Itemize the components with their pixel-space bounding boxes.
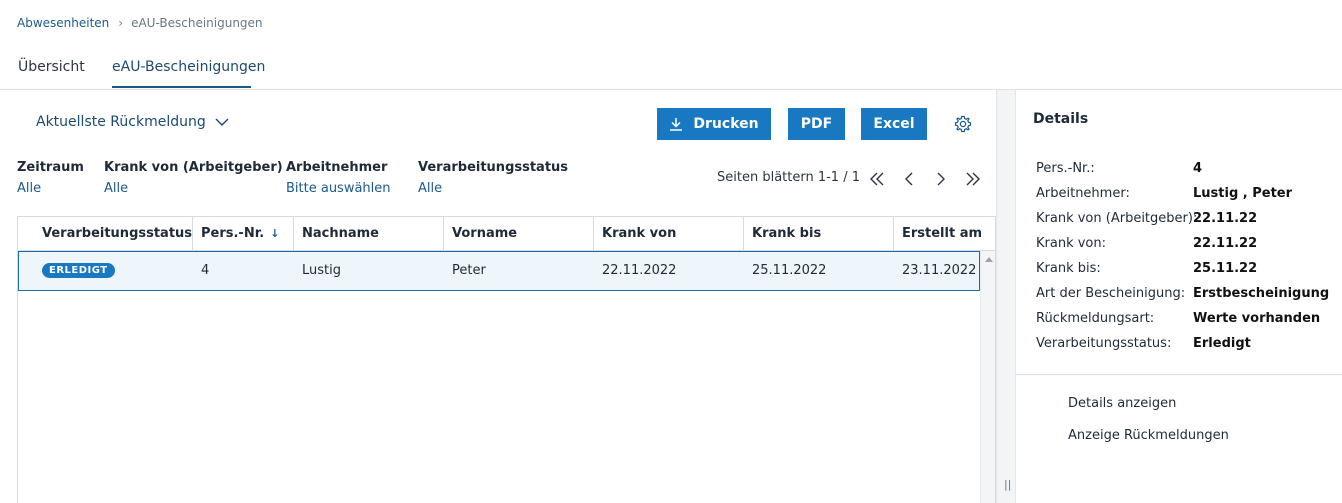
excel-button[interactable]: Excel: [861, 108, 927, 140]
filter-label: Verarbeitungsstatus: [418, 160, 569, 175]
details-list: Pers.-Nr.: 4 Arbeitnehmer: Lustig , Peter …: [1036, 159, 1336, 359]
details-key: Art der Bescheinigung:: [1036, 286, 1186, 301]
pager-text: Seiten blättern 1-1 / 1: [717, 170, 860, 185]
filter-arbeitnehmer: Arbeitnehmer Bitte auswählen: [286, 160, 391, 196]
details-title: Details: [1033, 111, 1089, 127]
details-row: Rückmeldungsart: Werte vorhanden: [1036, 309, 1336, 334]
filter-verarbeitungsstatus: Verarbeitungsstatus Alle: [418, 160, 568, 196]
details-row: Krank bis: 25.11.22: [1036, 259, 1336, 284]
cell-status: ERLEDIGT: [34, 252, 192, 290]
gear-icon[interactable]: [954, 115, 972, 133]
details-value: Werte vorhanden: [1193, 311, 1321, 326]
column-header-vorname[interactable]: Vorname: [443, 217, 593, 251]
details-pane: Details Pers.-Nr.: 4 Arbeitnehmer: Lustig …: [1016, 90, 1342, 503]
column-header-krank-bis[interactable]: Krank bis: [743, 217, 893, 251]
details-key: Rückmeldungsart:: [1036, 311, 1155, 326]
column-header-label: Krank bis: [752, 226, 822, 241]
excel-button-label: Excel: [873, 116, 915, 132]
cell-krank-von: 22.11.2022: [602, 263, 677, 278]
prev-page-icon[interactable]: [899, 170, 919, 188]
filter-value-krank-von[interactable]: Alle: [104, 181, 283, 196]
next-page-icon[interactable]: [931, 170, 951, 188]
main-pane: Aktuellste Rückmeldung Drucken PDF Excel…: [0, 90, 996, 503]
column-header-krank-von[interactable]: Krank von: [593, 217, 743, 251]
pdf-button-label: PDF: [800, 116, 833, 132]
column-header-label: Erstellt am: [902, 226, 983, 241]
details-key: Krank von:: [1036, 236, 1107, 251]
details-anzeigen-link[interactable]: Details anzeigen: [1068, 396, 1176, 411]
details-row: Pers.-Nr.: 4: [1036, 159, 1336, 184]
column-header-label: Vorname: [452, 226, 518, 241]
details-key: Verarbeitungsstatus:: [1036, 336, 1172, 351]
cell-erstellt-am: 23.11.2022 09: [902, 263, 980, 278]
table-header: Verarbeitungsstatus Pers.-Nr. ↓ Nachname …: [18, 217, 995, 251]
eau-table: Verarbeitungsstatus Pers.-Nr. ↓ Nachname …: [17, 216, 996, 503]
status-badge: ERLEDIGT: [42, 263, 115, 278]
column-header-label: Pers.-Nr.: [201, 226, 265, 241]
download-icon: [670, 118, 683, 131]
details-value: Lustig , Peter: [1193, 186, 1293, 201]
details-value: 4: [1193, 161, 1203, 176]
details-row: Arbeitnehmer: Lustig , Peter: [1036, 184, 1336, 209]
filter-label: Arbeitnehmer: [286, 160, 388, 175]
column-header-verarbeitungsstatus[interactable]: Verarbeitungsstatus: [18, 217, 192, 251]
scroll-up-arrow-icon[interactable]: [985, 257, 993, 262]
column-header-persnr[interactable]: Pers.-Nr. ↓: [192, 217, 293, 251]
details-row: Verarbeitungsstatus: Erledigt: [1036, 334, 1336, 359]
column-header-nachname[interactable]: Nachname: [293, 217, 443, 251]
details-row: Krank von (Arbeitgeber): 22.11.22: [1036, 209, 1336, 234]
print-button[interactable]: Drucken: [657, 108, 771, 140]
details-value: 22.11.22: [1193, 211, 1258, 226]
chevron-right-icon: ›: [118, 16, 124, 30]
cell-persnr: 4: [201, 263, 210, 278]
details-value: Erledigt: [1193, 336, 1251, 351]
column-header-label: Krank von: [602, 226, 677, 241]
details-value: 22.11.22: [1193, 236, 1258, 251]
anzeige-rueckmeldungen-link[interactable]: Anzeige Rückmeldungen: [1068, 428, 1229, 443]
details-value: 25.11.22: [1193, 261, 1258, 276]
view-select-label: Aktuellste Rückmeldung: [36, 114, 206, 130]
splitter-grip-icon[interactable]: ||: [1004, 478, 1011, 491]
tab-bar: Übersicht eAU-Bescheinigungen: [0, 48, 1342, 90]
pdf-button[interactable]: PDF: [788, 108, 845, 140]
filter-value-arbeitnehmer[interactable]: Bitte auswählen: [286, 181, 391, 196]
filter-value-verarbeitungsstatus[interactable]: Alle: [418, 181, 568, 196]
details-divider: [1016, 374, 1342, 375]
details-row: Art der Bescheinigung: Erstbescheinigung: [1036, 284, 1336, 309]
filter-krank-von-arbeitgeber: Krank von (Arbeitgeber) Alle: [104, 160, 283, 196]
tab-uebersicht[interactable]: Übersicht: [18, 59, 85, 75]
breadcrumb-current: eAU-Bescheinigungen: [131, 16, 263, 30]
print-button-label: Drucken: [693, 116, 759, 132]
sort-down-icon: ↓: [270, 227, 280, 240]
cell-nachname: Lustig: [302, 263, 341, 278]
column-header-erstellt-am[interactable]: Erstellt am: [893, 217, 995, 251]
view-select-dropdown[interactable]: Aktuellste Rückmeldung: [36, 114, 229, 130]
breadcrumb-link-abwesenheiten[interactable]: Abwesenheiten: [17, 16, 109, 30]
details-key: Arbeitnehmer:: [1036, 186, 1130, 201]
details-key: Krank von (Arbeitgeber):: [1036, 211, 1198, 226]
first-page-icon[interactable]: [867, 170, 887, 188]
active-tab-indicator: [112, 86, 251, 88]
details-key: Krank bis:: [1036, 261, 1101, 276]
filter-value-zeitraum[interactable]: Alle: [17, 181, 84, 196]
breadcrumb: Abwesenheiten › eAU-Bescheinigungen: [17, 16, 263, 30]
details-key: Pers.-Nr.:: [1036, 161, 1095, 176]
last-page-icon[interactable]: [963, 170, 983, 188]
cell-vorname: Peter: [452, 263, 486, 278]
tab-eau-bescheinigungen[interactable]: eAU-Bescheinigungen: [112, 59, 265, 75]
table-row[interactable]: ERLEDIGT 4 Lustig Peter 22.11.2022 25.11…: [18, 251, 980, 291]
filter-label: Zeitraum: [17, 160, 84, 175]
cell-krank-bis: 25.11.2022: [752, 263, 827, 278]
pane-splitter[interactable]: ||: [996, 90, 1016, 503]
filter-label: Krank von (Arbeitgeber): [104, 160, 283, 175]
table-vertical-scrollbar[interactable]: [980, 251, 995, 503]
column-header-label: Verarbeitungsstatus: [42, 226, 192, 241]
details-value: Erstbescheinigung: [1193, 286, 1330, 301]
details-row: Krank von: 22.11.22: [1036, 234, 1336, 259]
chevron-down-icon: [215, 118, 229, 126]
filter-zeitraum: Zeitraum Alle: [17, 160, 84, 196]
column-header-label: Nachname: [302, 226, 380, 241]
